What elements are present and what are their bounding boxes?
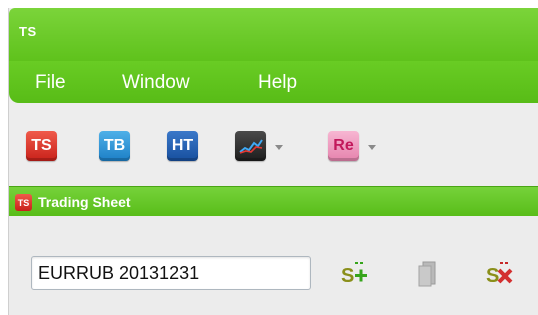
delete-symbol-icon: S — [486, 262, 513, 287]
svg-text:S: S — [341, 265, 354, 287]
chart-dropdown-icon[interactable] — [275, 145, 283, 150]
delete-symbol-button[interactable]: S — [484, 260, 516, 288]
report-dropdown-icon[interactable] — [368, 145, 376, 150]
trading-sheet-button[interactable]: TS — [26, 131, 57, 161]
trading-sheet-icon: TS — [31, 137, 52, 154]
trading-sheet-panel: S S — [9, 216, 538, 315]
add-symbol-button[interactable]: S — [339, 260, 369, 288]
chart-icon — [238, 139, 263, 154]
menu-file[interactable]: File — [35, 72, 66, 94]
symbol-input[interactable] — [31, 256, 311, 290]
copy-icon — [418, 261, 436, 287]
report-button[interactable]: Re — [328, 131, 359, 161]
trading-sheet-title: Trading Sheet — [38, 194, 131, 210]
add-symbol-icon: S — [341, 262, 367, 287]
menu-bar: File Window Help — [9, 61, 538, 103]
menu-help[interactable]: Help — [258, 72, 297, 94]
app-window: TS File Window Help TS TB HT Re TS Tradi… — [8, 8, 538, 315]
report-icon: Re — [333, 137, 354, 154]
app-title: TS — [19, 24, 37, 39]
history-table-icon: HT — [171, 137, 194, 154]
chart-button[interactable] — [235, 131, 266, 161]
menu-window[interactable]: Window — [122, 72, 190, 94]
trading-book-icon: TB — [103, 137, 126, 154]
copy-button[interactable] — [414, 260, 440, 288]
title-bar: TS — [9, 8, 538, 61]
trading-sheet-small-icon: TS — [15, 194, 32, 211]
toolbar: TS TB HT Re — [9, 103, 538, 186]
svg-text:S: S — [486, 265, 499, 287]
trading-book-button[interactable]: TB — [99, 131, 130, 161]
trading-sheet-titlebar: TS Trading Sheet — [9, 186, 538, 217]
history-table-button[interactable]: HT — [167, 131, 198, 161]
